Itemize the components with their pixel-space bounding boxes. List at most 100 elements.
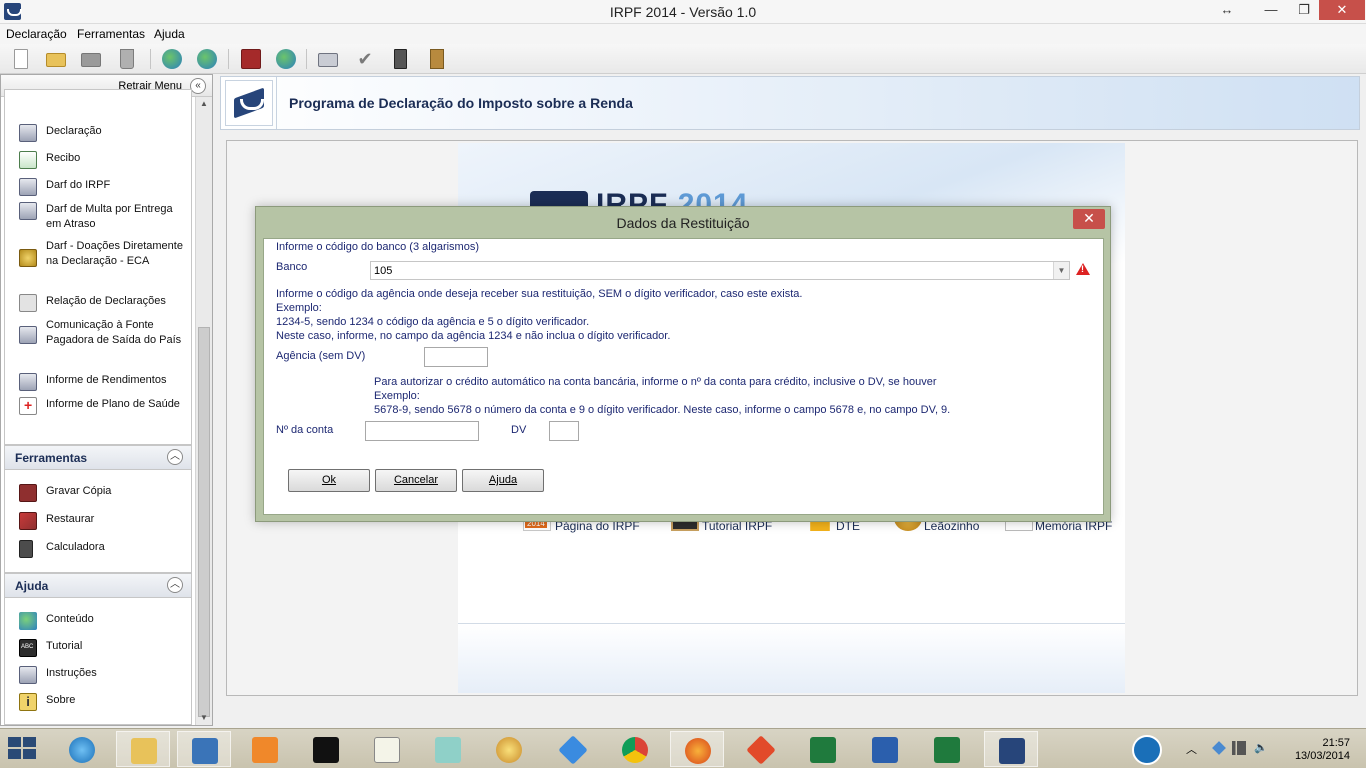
word-icon[interactable] bbox=[858, 731, 912, 767]
irpf-icon[interactable] bbox=[984, 731, 1038, 767]
excel-icon[interactable] bbox=[920, 731, 974, 767]
banner-title: Programa de Declaração do Imposto sobre … bbox=[289, 95, 633, 111]
menu-declaracao[interactable]: Declaração bbox=[6, 27, 67, 41]
calculator-icon[interactable] bbox=[394, 49, 407, 69]
print-icon[interactable] bbox=[318, 53, 338, 67]
sidebar-item-label: Declaração bbox=[46, 125, 102, 137]
git-icon[interactable] bbox=[734, 731, 788, 767]
wrench-icon[interactable] bbox=[1132, 735, 1162, 765]
dropbox-tray-icon[interactable] bbox=[1212, 741, 1226, 755]
check-icon[interactable]: ✔ bbox=[355, 49, 375, 69]
paint-icon[interactable] bbox=[482, 731, 536, 767]
volume-icon[interactable]: 🔈 bbox=[1254, 741, 1268, 755]
help-button[interactable]: Ajuda bbox=[462, 469, 544, 492]
dropbox-icon[interactable] bbox=[546, 731, 600, 767]
links-bar bbox=[458, 623, 1125, 693]
new-doc-icon[interactable] bbox=[14, 49, 28, 69]
toolbar-separator bbox=[228, 49, 229, 69]
sidebar-section-ferramentas: Ferramentas ︿ Gravar Cópia Restaurar Cal… bbox=[4, 445, 192, 573]
resize-icon[interactable]: ↔ bbox=[1214, 0, 1240, 20]
receive-icon[interactable] bbox=[197, 49, 217, 69]
scroll-up-icon[interactable]: ▲ bbox=[196, 97, 212, 111]
open-folder-icon[interactable] bbox=[46, 53, 66, 67]
account-hint-1: Para autorizar o crédito automático na c… bbox=[374, 376, 937, 388]
sidebar-scrollbar[interactable]: ▲ ▼ bbox=[195, 97, 212, 725]
scroll-thumb[interactable] bbox=[198, 327, 210, 717]
firefox-icon[interactable] bbox=[670, 731, 724, 767]
chevron-up-icon[interactable]: ︿ bbox=[1186, 741, 1200, 756]
minimize-button[interactable]: — bbox=[1258, 0, 1284, 20]
banner-divider bbox=[276, 77, 277, 129]
menu-ajuda[interactable]: Ajuda bbox=[154, 27, 185, 41]
collapse-up-icon[interactable]: ︿ bbox=[167, 449, 183, 465]
chevron-down-icon[interactable]: ▼ bbox=[1053, 262, 1069, 279]
menu-ferramentas[interactable]: Ferramentas bbox=[77, 27, 145, 41]
word-glyph bbox=[872, 737, 898, 763]
cancel-button[interactable]: Cancelar bbox=[375, 469, 457, 492]
media-glyph bbox=[252, 737, 278, 763]
book-icon[interactable] bbox=[430, 49, 444, 69]
vbox-glyph bbox=[192, 738, 218, 764]
transmit-icon[interactable] bbox=[162, 49, 182, 69]
sidebar-item-label: Restaurar bbox=[46, 513, 95, 525]
sidebar: Retrair Menu « Declaração Recibo Darf do… bbox=[0, 74, 213, 726]
irpf-glyph bbox=[999, 738, 1025, 764]
clock[interactable]: 21:57 13/03/2014 bbox=[1295, 737, 1350, 763]
receita-logo-icon bbox=[225, 80, 273, 126]
command-prompt-icon[interactable] bbox=[299, 731, 353, 767]
dialog-close-button[interactable]: ✕ bbox=[1073, 209, 1105, 229]
ok-button-label: Ok bbox=[321, 474, 337, 486]
excel-csv-icon[interactable] bbox=[796, 731, 850, 767]
content-icon bbox=[19, 612, 37, 630]
folder-glyph bbox=[131, 738, 157, 764]
media-player-icon[interactable] bbox=[238, 731, 292, 767]
paint-glyph bbox=[496, 737, 522, 763]
signal-icon[interactable] bbox=[1232, 741, 1246, 755]
chrome-icon[interactable] bbox=[608, 731, 662, 767]
cmd-glyph bbox=[313, 737, 339, 763]
virtualbox-icon[interactable] bbox=[177, 731, 231, 767]
agency-input[interactable] bbox=[424, 347, 488, 367]
windows-start-icon[interactable] bbox=[8, 737, 38, 761]
section-header[interactable]: Ferramentas ︿ bbox=[5, 446, 191, 470]
sidebar-item-label: Darf do IRPF bbox=[46, 179, 111, 191]
section-title: Ajuda bbox=[15, 579, 49, 593]
maximize-button[interactable]: ❐ bbox=[1290, 0, 1318, 20]
printer-icon bbox=[19, 124, 37, 142]
taskbar: ︿ 🔈 21:57 13/03/2014 bbox=[0, 728, 1366, 768]
clock-date: 13/03/2014 bbox=[1294, 750, 1350, 762]
section-header[interactable]: Ajuda ︿ bbox=[5, 574, 191, 598]
globe-icon[interactable] bbox=[276, 49, 296, 69]
cancel-button-label: Cancelar bbox=[393, 474, 439, 486]
title-bar: IRPF 2014 - Versão 1.0 ↔ — ❐ ✕ bbox=[0, 0, 1366, 24]
bank-hint: Informe o código do banco (3 algarismos) bbox=[276, 241, 479, 253]
dv-input[interactable] bbox=[549, 421, 579, 441]
sidebar-item-label: Recibo bbox=[46, 152, 81, 164]
printer-icon bbox=[19, 202, 37, 220]
ok-button[interactable]: Ok bbox=[288, 469, 370, 492]
collapse-up-icon[interactable]: ︿ bbox=[167, 577, 183, 593]
close-button[interactable]: ✕ bbox=[1319, 0, 1365, 20]
help-button-label: Ajuda bbox=[488, 474, 518, 486]
agency-hint-2: Exemplo: bbox=[276, 302, 322, 314]
start-pane bbox=[8, 749, 21, 759]
notepad-icon[interactable] bbox=[360, 731, 414, 767]
coin-icon bbox=[19, 249, 37, 267]
agency-hint-4: Neste caso, informe, no campo da agência… bbox=[276, 330, 671, 342]
printer-icon bbox=[19, 178, 37, 196]
window-title: IRPF 2014 - Versão 1.0 bbox=[609, 4, 757, 20]
header-banner: Programa de Declaração do Imposto sobre … bbox=[220, 76, 1360, 130]
collapse-left-icon[interactable]: « bbox=[190, 78, 206, 94]
notepad-glyph bbox=[374, 737, 400, 763]
account-input[interactable] bbox=[365, 421, 479, 441]
file-explorer-icon[interactable] bbox=[116, 731, 170, 767]
scroll-down-icon[interactable]: ▼ bbox=[196, 711, 212, 725]
save-icon[interactable] bbox=[241, 49, 261, 69]
internet-explorer-icon[interactable] bbox=[55, 731, 109, 767]
trash-icon[interactable] bbox=[120, 49, 134, 69]
folder-icon[interactable] bbox=[81, 53, 101, 67]
dropbox-glyph bbox=[558, 735, 588, 765]
bank-combo[interactable]: 105 ▼ bbox=[370, 261, 1070, 280]
account-hint-2: Exemplo: bbox=[374, 390, 420, 402]
notepad2-icon[interactable] bbox=[421, 731, 475, 767]
